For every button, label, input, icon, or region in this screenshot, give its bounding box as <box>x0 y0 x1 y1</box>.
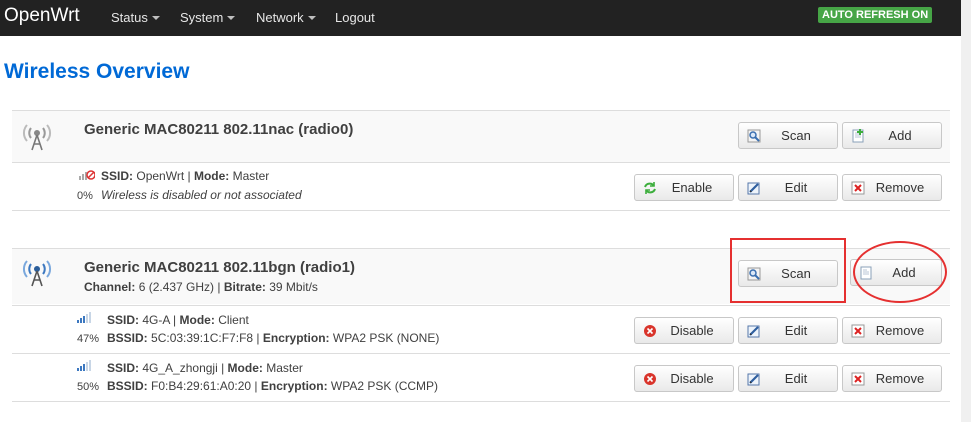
remove-icon <box>851 324 865 337</box>
divider <box>12 162 950 163</box>
enable-label: Enable <box>671 180 713 195</box>
add-page-icon <box>852 128 864 142</box>
remove-button[interactable]: Remove <box>842 317 942 344</box>
mode-label: Mode: <box>193 169 230 183</box>
channel-label: Channel: <box>84 280 136 294</box>
menu-network-label: Network <box>256 10 304 25</box>
stop-icon <box>644 372 656 385</box>
edit-button[interactable]: Edit <box>738 365 838 392</box>
bitrate-value: 39 Mbit/s <box>269 280 318 294</box>
edit-button[interactable]: Edit <box>738 174 838 201</box>
radio0-scan-button[interactable]: Scan <box>738 122 838 149</box>
radio-disabled-icon <box>23 124 51 151</box>
signal-percent: 50% <box>77 381 100 393</box>
stop-icon <box>644 324 656 337</box>
encryption-label: Encryption: <box>262 331 330 345</box>
menu-status[interactable]: Status <box>111 10 160 25</box>
scan-label: Scan <box>781 128 811 143</box>
menu-logout[interactable]: Logout <box>335 10 375 25</box>
bssid-label: BSSID: <box>107 331 148 345</box>
divider <box>12 401 950 402</box>
divider <box>12 305 950 306</box>
ssid-label: SSID: <box>107 313 140 327</box>
network-status: Wireless is disabled or not associated <box>101 188 302 202</box>
edit-label: Edit <box>784 371 808 386</box>
disable-label: Disable <box>670 371 714 386</box>
ssid-value: 4G-A <box>142 313 170 327</box>
remove-icon <box>851 372 865 385</box>
remove-label: Remove <box>875 323 925 338</box>
ssid-label: SSID: <box>107 361 140 375</box>
add-label: Add <box>888 128 912 143</box>
enable-button[interactable]: Enable <box>634 174 734 201</box>
edit-button[interactable]: Edit <box>738 317 838 344</box>
encryption-value: WPA2 PSK (NONE) <box>332 331 440 345</box>
remove-button[interactable]: Remove <box>842 174 942 201</box>
network-info-line: SSID: 4G_A_zhongji | Mode: Master <box>107 361 303 375</box>
radio1-details: Channel: 6 (2.437 GHz) | Bitrate: 39 Mbi… <box>84 280 318 294</box>
edit-label: Edit <box>784 180 808 195</box>
edit-icon <box>747 182 760 194</box>
page-title: Wireless Overview <box>4 60 190 83</box>
ssid-label: SSID: <box>101 169 134 183</box>
vertical-scrollbar[interactable] <box>961 0 971 422</box>
bssid-label: BSSID: <box>107 379 148 393</box>
menu-system[interactable]: System <box>180 10 236 25</box>
edit-icon <box>747 325 760 337</box>
ssid-value: OpenWrt <box>136 169 185 183</box>
mode-value: Master <box>266 361 303 375</box>
remove-label: Remove <box>875 371 925 386</box>
divider <box>12 353 950 354</box>
network-info-line: SSID: OpenWrt | Mode: Master <box>101 169 270 183</box>
signal-disabled-icon <box>79 170 95 180</box>
signal-percent: 0% <box>77 190 93 202</box>
radio0-name: Generic MAC80211 802.11nac (radio0) <box>84 121 354 138</box>
disable-button[interactable]: Disable <box>634 365 734 392</box>
radio1-name: Generic MAC80211 802.11bgn (radio1) <box>84 259 355 276</box>
ssid-value: 4G_A_zhongji <box>142 361 218 375</box>
radio-active-icon <box>23 260 51 287</box>
channel-value: 6 (2.437 GHz) <box>138 280 215 294</box>
network-info-line: SSID: 4G-A | Mode: Client <box>107 313 249 327</box>
mode-value: Master <box>232 169 270 183</box>
mode-label: Mode: <box>227 361 263 375</box>
disable-label: Disable <box>670 323 714 338</box>
chevron-down-icon <box>227 16 236 20</box>
remove-icon <box>851 181 865 194</box>
brand-logo[interactable]: OpenWrt <box>4 5 80 27</box>
disable-button[interactable]: Disable <box>634 317 734 344</box>
divider <box>12 210 950 211</box>
signal-percent: 47% <box>77 333 100 345</box>
menu-status-label: Status <box>111 10 148 25</box>
magnifier-icon <box>747 129 761 142</box>
signal-strength-icon <box>77 360 91 371</box>
auto-refresh-badge[interactable]: AUTO REFRESH ON <box>818 7 933 23</box>
bssid-value: F0:B4:29:61:A0:20 <box>151 379 252 393</box>
remove-label: Remove <box>875 180 925 195</box>
menu-system-label: System <box>180 10 224 25</box>
edit-label: Edit <box>784 323 808 338</box>
mode-value: Client <box>218 313 249 327</box>
bssid-value: 5C:03:39:1C:F7:F8 <box>151 331 254 345</box>
bitrate-label: Bitrate: <box>223 280 266 294</box>
edit-icon <box>747 373 760 385</box>
radio0-add-button[interactable]: Add <box>842 122 942 149</box>
encryption-value: WPA2 PSK (CCMP) <box>330 379 439 393</box>
signal-strength-icon <box>77 312 91 323</box>
chevron-down-icon <box>307 16 316 20</box>
menu-network[interactable]: Network <box>256 10 316 25</box>
chevron-down-icon <box>151 16 160 20</box>
refresh-icon <box>644 181 656 194</box>
mode-label: Mode: <box>179 313 215 327</box>
network-details-line: BSSID: F0:B4:29:61:A0:20 | Encryption: W… <box>107 379 439 393</box>
top-navbar: OpenWrt Status System Network Logout AUT… <box>0 0 961 36</box>
network-details-line: BSSID: 5C:03:39:1C:F7:F8 | Encryption: W… <box>107 331 440 345</box>
highlight-box-annotation <box>730 238 846 303</box>
highlight-oval-annotation <box>853 241 947 303</box>
remove-button[interactable]: Remove <box>842 365 942 392</box>
encryption-label: Encryption: <box>260 379 328 393</box>
